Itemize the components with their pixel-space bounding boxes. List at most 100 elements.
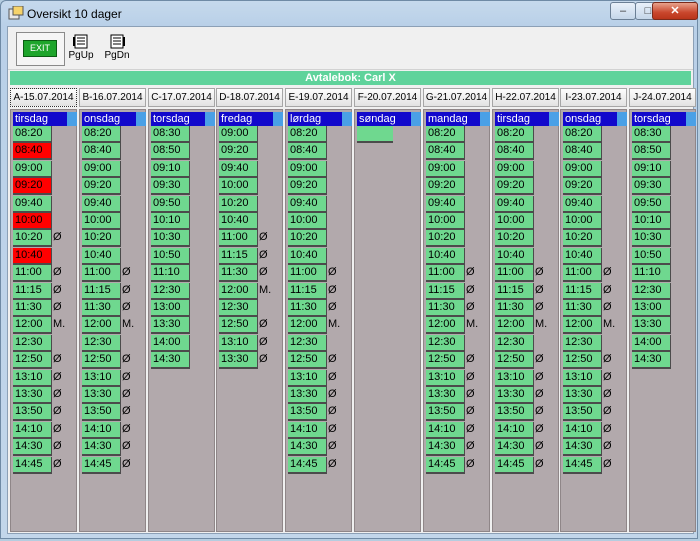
time-slot[interactable]: 09:00	[563, 161, 602, 178]
time-slot[interactable]: 12:00	[426, 317, 465, 334]
time-slot[interactable]: 13:10	[563, 370, 602, 387]
time-slot[interactable]: 10:20	[13, 230, 52, 247]
time-slot[interactable]: 10:00	[219, 178, 258, 195]
time-slot[interactable]: 14:00	[632, 335, 671, 352]
time-slot[interactable]: 13:30	[219, 352, 258, 369]
time-slot[interactable]: 14:30	[495, 439, 534, 456]
time-slot[interactable]: 13:10	[13, 370, 52, 387]
time-slot[interactable]: 13:10	[82, 370, 121, 387]
time-slot[interactable]: 09:00	[495, 161, 534, 178]
time-slot[interactable]: 09:30	[151, 178, 190, 195]
time-slot[interactable]: 11:00	[13, 265, 52, 282]
time-slot[interactable]: 13:30	[82, 387, 121, 404]
time-slot[interactable]: 11:30	[495, 300, 534, 317]
exit-button[interactable]: EXIT	[23, 40, 57, 57]
time-slot[interactable]: 10:20	[288, 230, 327, 247]
time-slot[interactable]: 09:20	[563, 178, 602, 195]
time-slot[interactable]: 10:20	[495, 230, 534, 247]
time-slot[interactable]: 13:50	[13, 404, 52, 421]
weekday-header[interactable]: tirsdag	[13, 112, 67, 126]
time-slot-booked[interactable]: 08:40	[13, 143, 52, 160]
time-slot[interactable]: 12:30	[495, 335, 534, 352]
time-slot[interactable]: 12:30	[563, 335, 602, 352]
time-slot[interactable]: 10:50	[632, 248, 671, 265]
time-slot[interactable]: 10:30	[632, 230, 671, 247]
time-slot[interactable]: 14:45	[495, 457, 534, 474]
time-slot[interactable]: 10:30	[151, 230, 190, 247]
time-slot[interactable]: 14:45	[82, 457, 121, 474]
time-slot[interactable]: 13:10	[495, 370, 534, 387]
time-slot[interactable]: 12:30	[151, 283, 190, 300]
time-slot[interactable]: 11:15	[426, 283, 465, 300]
time-slot[interactable]: 14:30	[288, 439, 327, 456]
time-slot[interactable]: 08:20	[563, 126, 602, 143]
time-slot[interactable]: 08:20	[288, 126, 327, 143]
time-slot[interactable]: 12:30	[82, 335, 121, 352]
time-slot[interactable]: 13:10	[288, 370, 327, 387]
weekday-header[interactable]: fredag	[219, 112, 273, 126]
time-slot[interactable]: 13:30	[288, 387, 327, 404]
time-slot-booked[interactable]: 10:40	[13, 248, 52, 265]
weekday-header[interactable]: torsdag	[632, 112, 686, 126]
time-slot[interactable]: 10:10	[151, 213, 190, 230]
time-slot[interactable]: 14:30	[563, 439, 602, 456]
time-slot[interactable]: 09:20	[219, 143, 258, 160]
time-slot[interactable]: 14:10	[288, 422, 327, 439]
time-slot[interactable]: 10:40	[288, 248, 327, 265]
time-slot-booked[interactable]: 09:20	[13, 178, 52, 195]
time-slot[interactable]: 12:30	[632, 283, 671, 300]
time-slot[interactable]: 11:15	[495, 283, 534, 300]
time-slot[interactable]: 09:20	[495, 178, 534, 195]
time-slot[interactable]: 13:00	[151, 300, 190, 317]
time-slot[interactable]: 08:40	[288, 143, 327, 160]
time-slot[interactable]: 09:20	[82, 178, 121, 195]
time-slot[interactable]: 14:45	[426, 457, 465, 474]
time-slot[interactable]: 09:00	[82, 161, 121, 178]
date-button[interactable]: E-19.07.2014	[285, 88, 352, 107]
time-slot[interactable]: 08:20	[495, 126, 534, 143]
time-slot[interactable]: 09:00	[219, 126, 258, 143]
weekday-header[interactable]: onsdag	[563, 112, 617, 126]
time-slot[interactable]: 09:50	[151, 196, 190, 213]
time-slot[interactable]: 11:00	[563, 265, 602, 282]
time-slot[interactable]: 09:20	[288, 178, 327, 195]
time-slot[interactable]: 08:50	[632, 143, 671, 160]
time-slot[interactable]: 11:10	[151, 265, 190, 282]
time-slot[interactable]: 10:00	[495, 213, 534, 230]
date-button[interactable]: D-18.07.2014	[216, 88, 283, 107]
time-slot[interactable]: 13:10	[426, 370, 465, 387]
time-slot[interactable]: 10:40	[563, 248, 602, 265]
time-slot[interactable]: 10:00	[426, 213, 465, 230]
time-slot[interactable]: 10:40	[495, 248, 534, 265]
time-slot[interactable]: 12:00	[219, 283, 258, 300]
time-slot[interactable]: 09:40	[219, 161, 258, 178]
time-slot[interactable]: 11:15	[563, 283, 602, 300]
time-slot[interactable]: 11:15	[82, 283, 121, 300]
time-slot[interactable]: 11:15	[219, 248, 258, 265]
time-slot[interactable]: 09:40	[426, 196, 465, 213]
time-slot[interactable]: 13:50	[82, 404, 121, 421]
time-slot[interactable]: 12:00	[495, 317, 534, 334]
time-slot[interactable]: 12:50	[426, 352, 465, 369]
time-slot[interactable]: 09:00	[13, 161, 52, 178]
time-slot[interactable]: 08:40	[563, 143, 602, 160]
minimize-button[interactable]: –	[610, 2, 636, 20]
time-slot[interactable]: 13:10	[219, 335, 258, 352]
time-slot[interactable]: 08:40	[82, 143, 121, 160]
time-slot[interactable]: 13:30	[426, 387, 465, 404]
time-slot[interactable]: 09:40	[13, 196, 52, 213]
time-slot[interactable]: 09:40	[82, 196, 121, 213]
time-slot[interactable]: 10:00	[563, 213, 602, 230]
time-slot[interactable]: 13:50	[288, 404, 327, 421]
date-button[interactable]: A-15.07.2014	[10, 88, 77, 107]
time-slot[interactable]: 10:40	[219, 213, 258, 230]
time-slot[interactable]: 08:20	[13, 126, 52, 143]
time-slot[interactable]: 14:30	[151, 352, 190, 369]
time-slot[interactable]: 09:50	[632, 196, 671, 213]
close-button[interactable]: ✕	[652, 2, 698, 20]
time-slot[interactable]: 08:40	[426, 143, 465, 160]
time-slot[interactable]: 11:00	[426, 265, 465, 282]
date-button[interactable]: G-21.07.2014	[423, 88, 490, 107]
time-slot[interactable]: 08:30	[632, 126, 671, 143]
time-slot[interactable]: 14:30	[82, 439, 121, 456]
